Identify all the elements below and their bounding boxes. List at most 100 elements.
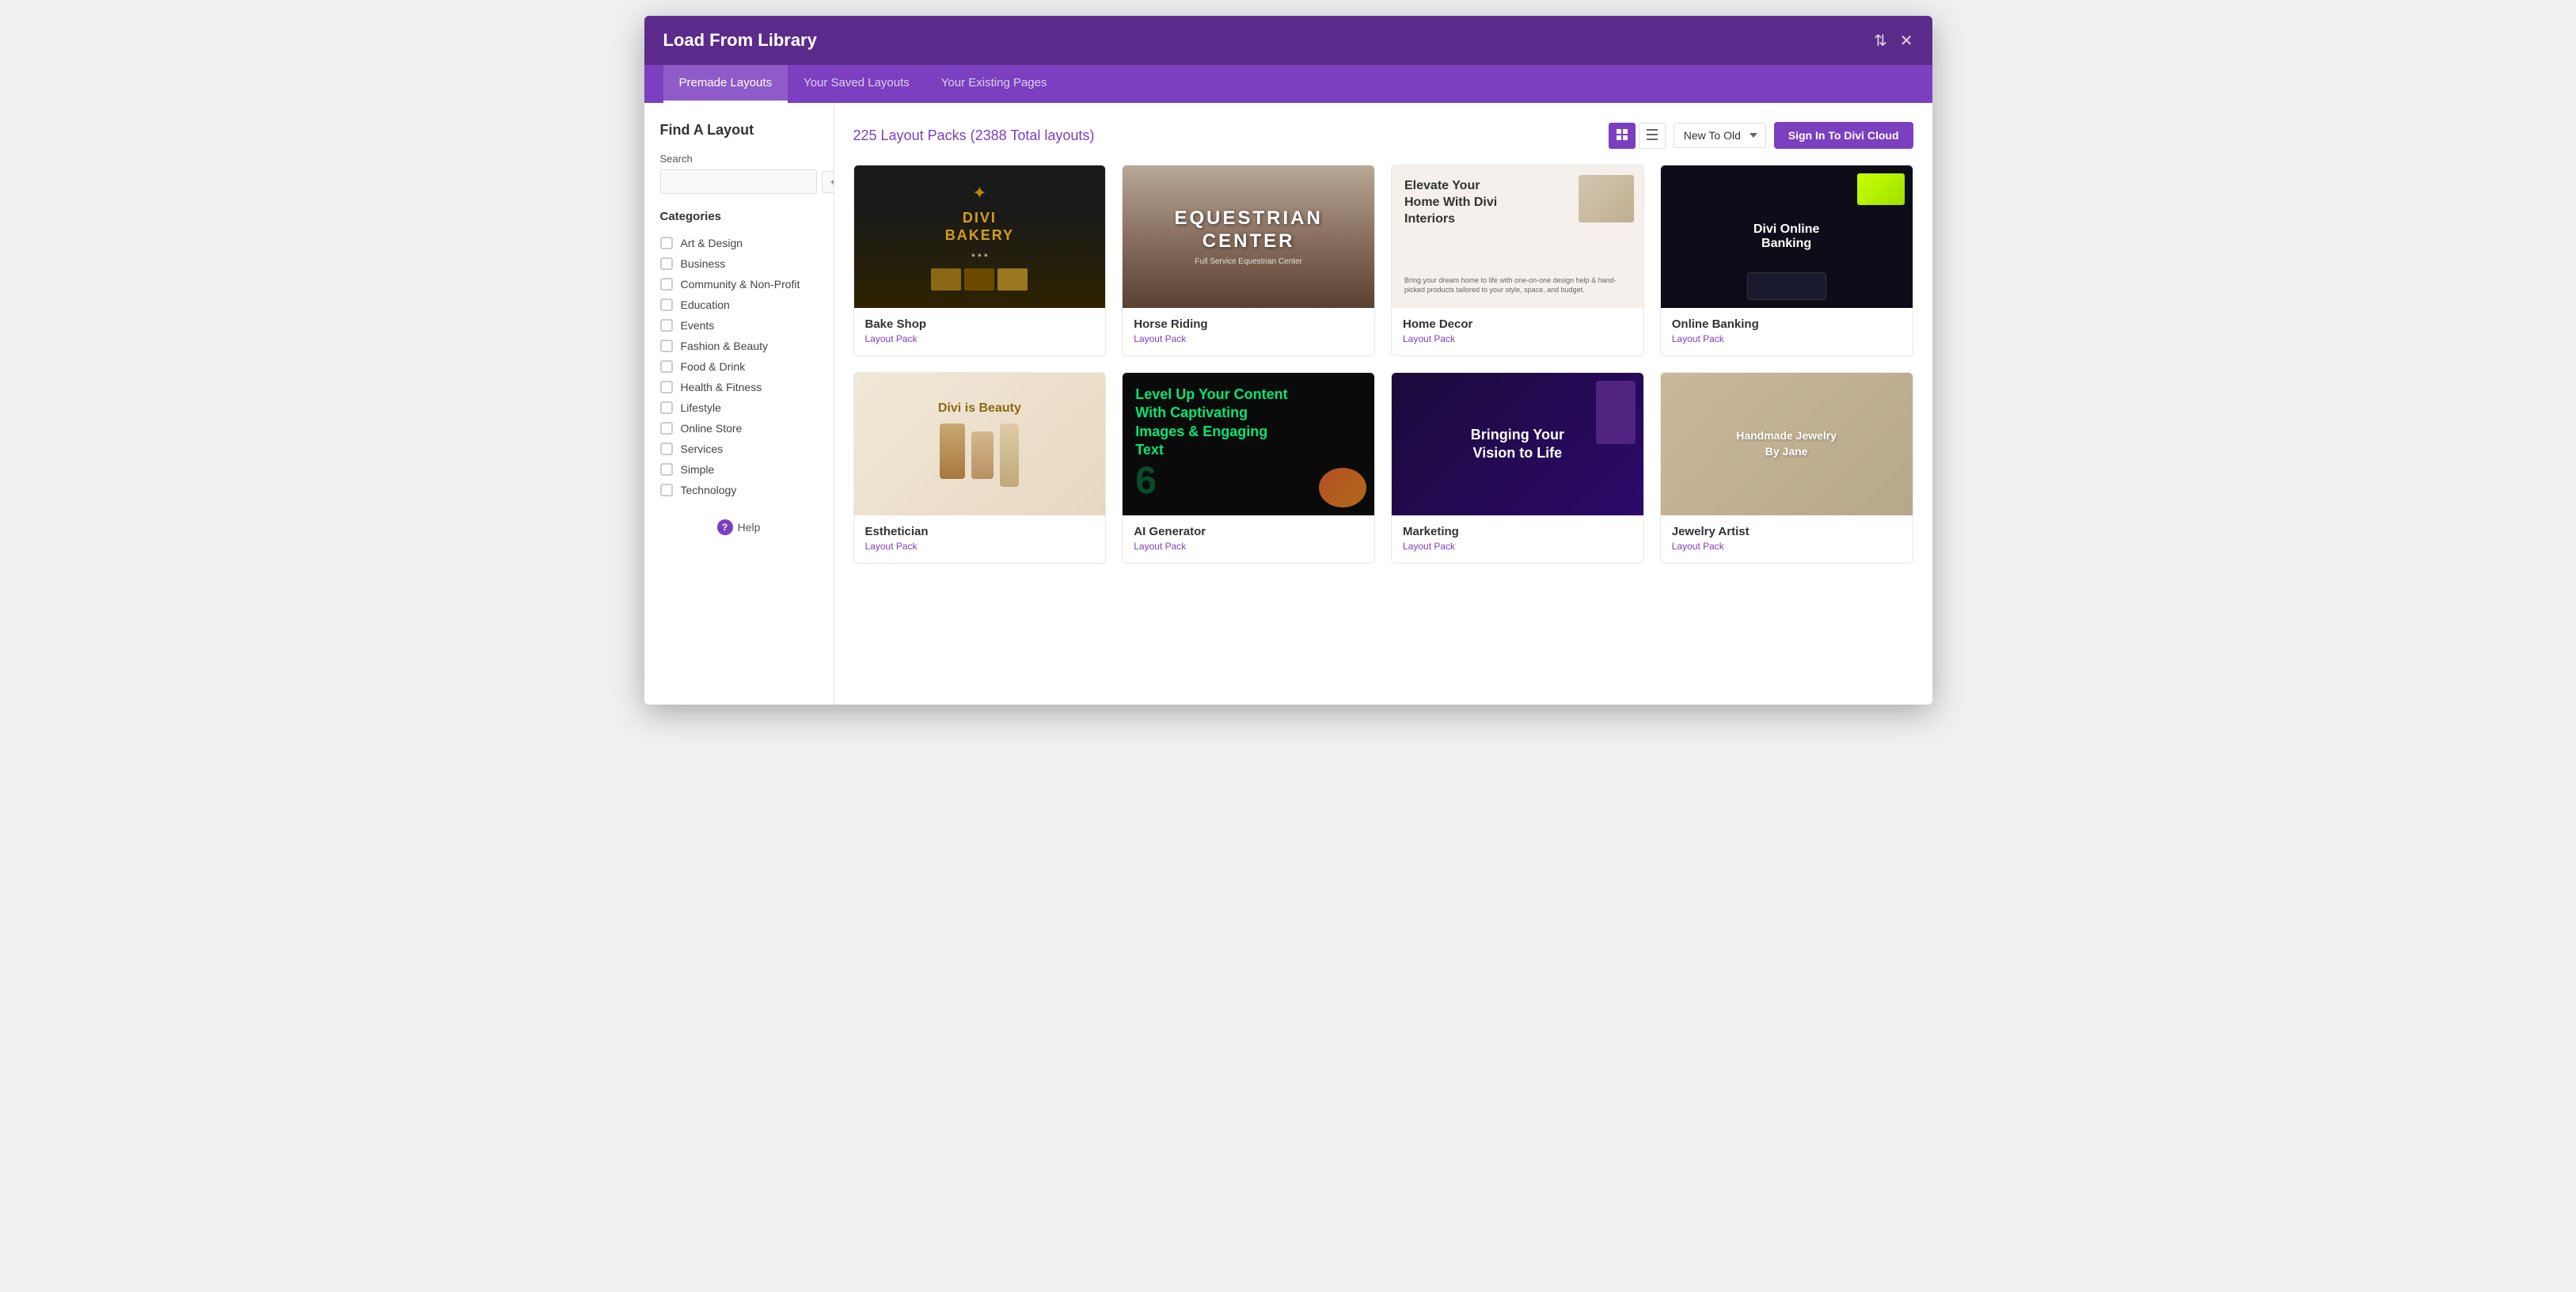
close-button[interactable]: ✕ xyxy=(1900,31,1913,51)
card-type-ai-generator: Layout Pack xyxy=(1134,541,1363,552)
banking-title: Divi OnlineBanking xyxy=(1753,222,1820,251)
horse-title: EQUESTRIANCENTER xyxy=(1174,207,1322,253)
category-label-services: Services xyxy=(681,443,724,455)
category-item-education[interactable]: Education xyxy=(660,294,818,315)
layout-card-home-decor[interactable]: Elevate YourHome With DiviInteriors Brin… xyxy=(1391,165,1644,356)
category-item-food[interactable]: Food & Drink xyxy=(660,356,818,377)
card-info-bake-shop: Bake Shop Layout Pack xyxy=(854,308,1106,355)
category-item-services[interactable]: Services xyxy=(660,439,818,459)
category-item-simple[interactable]: Simple xyxy=(660,459,818,480)
category-label-food: Food & Drink xyxy=(681,360,746,373)
card-thumbnail-marketing: Bringing YourVision to Life xyxy=(1392,373,1643,515)
modal-header: Load From Library ⇅ ✕ xyxy=(644,16,1932,65)
sidebar: Find A Layout Search + Filter Categories… xyxy=(644,103,834,705)
layout-card-bake-shop[interactable]: ✦ DIVIBAKERY ● ● ● Bake Shop Layout Pack xyxy=(853,165,1107,356)
category-label-business: Business xyxy=(681,257,726,270)
category-item-community[interactable]: Community & Non-Profit xyxy=(660,274,818,294)
category-checkbox-health[interactable] xyxy=(660,381,673,393)
card-name-jewelry-artist: Jewelry Artist xyxy=(1672,525,1902,538)
category-checkbox-simple[interactable] xyxy=(660,463,673,476)
category-item-art[interactable]: Art & Design xyxy=(660,233,818,253)
layout-card-horse-riding[interactable]: EQUESTRIANCENTER Full Service Equestrian… xyxy=(1122,165,1375,356)
category-label-fashion: Fashion & Beauty xyxy=(681,340,769,352)
help-label: Help xyxy=(738,521,761,534)
modal-tabs: Premade Layouts Your Saved Layouts Your … xyxy=(644,65,1932,103)
list-view-button[interactable] xyxy=(1639,123,1666,149)
category-checkbox-events[interactable] xyxy=(660,319,673,332)
grid-view-button[interactable] xyxy=(1609,123,1636,149)
card-name-online-banking: Online Banking xyxy=(1672,317,1902,331)
layout-count: 225 Layout Packs (2388 Total layouts) xyxy=(853,127,1095,144)
tab-saved-layouts[interactable]: Your Saved Layouts xyxy=(788,65,925,103)
ai-num: 6 xyxy=(1135,459,1157,503)
tab-premade-layouts[interactable]: Premade Layouts xyxy=(663,65,788,103)
card-name-esthetician: Esthetician xyxy=(865,525,1095,538)
category-checkbox-technology[interactable] xyxy=(660,484,673,496)
category-checkbox-food[interactable] xyxy=(660,360,673,373)
category-label-events: Events xyxy=(681,319,715,332)
card-type-bake-shop: Layout Pack xyxy=(865,333,1095,344)
category-item-events[interactable]: Events xyxy=(660,315,818,336)
category-label-simple: Simple xyxy=(681,463,715,476)
banking-accent xyxy=(1857,173,1905,205)
find-layout-title: Find A Layout xyxy=(660,122,818,139)
modal-body: Find A Layout Search + Filter Categories… xyxy=(644,103,1932,705)
card-thumbnail-esthetician: Divi is Beauty xyxy=(854,373,1106,515)
category-label-art: Art & Design xyxy=(681,237,743,249)
category-checkbox-art[interactable] xyxy=(660,237,673,249)
category-item-store[interactable]: Online Store xyxy=(660,418,818,439)
banking-card xyxy=(1747,272,1826,300)
card-info-online-banking: Online Banking Layout Pack xyxy=(1661,308,1913,355)
horse-sub: Full Service Equestrian Center xyxy=(1174,257,1322,266)
card-info-jewelry-artist: Jewelry Artist Layout Pack xyxy=(1661,515,1913,563)
category-checkbox-fashion[interactable] xyxy=(660,340,673,352)
tab-existing-pages[interactable]: Your Existing Pages xyxy=(925,65,1063,103)
sign-in-button[interactable]: Sign In To Divi Cloud xyxy=(1774,122,1913,149)
main-content: 225 Layout Packs (2388 Total layouts) Ne… xyxy=(834,103,1932,705)
header-actions: ⇅ ✕ xyxy=(1874,31,1913,51)
modal-title: Load From Library xyxy=(663,30,817,51)
category-item-fashion[interactable]: Fashion & Beauty xyxy=(660,336,818,356)
category-checkbox-business[interactable] xyxy=(660,257,673,270)
layout-card-jewelry-artist[interactable]: Handmade JewelryBy Jane Jewelry Artist L… xyxy=(1660,372,1913,564)
layouts-grid: ✦ DIVIBAKERY ● ● ● Bake Shop Layout Pack… xyxy=(853,165,1913,564)
sort-icon-button[interactable]: ⇅ xyxy=(1874,31,1887,51)
layout-card-ai-generator[interactable]: Level Up Your ContentWith CaptivatingIma… xyxy=(1122,372,1375,564)
card-name-horse-riding: Horse Riding xyxy=(1134,317,1363,331)
view-toggle xyxy=(1609,123,1666,149)
category-label-health: Health & Fitness xyxy=(681,381,762,393)
category-item-health[interactable]: Health & Fitness xyxy=(660,377,818,397)
ai-accent xyxy=(1319,468,1366,507)
layout-card-marketing[interactable]: Bringing YourVision to Life Marketing La… xyxy=(1391,372,1644,564)
category-checkbox-store[interactable] xyxy=(660,422,673,435)
category-checkbox-education[interactable] xyxy=(660,298,673,311)
filter-button[interactable]: + Filter xyxy=(822,171,834,193)
content-header: 225 Layout Packs (2388 Total layouts) Ne… xyxy=(853,122,1913,149)
category-item-technology[interactable]: Technology xyxy=(660,480,818,500)
category-label-community: Community & Non-Profit xyxy=(681,278,800,291)
search-label: Search xyxy=(660,153,818,165)
category-item-business[interactable]: Business xyxy=(660,253,818,274)
jwl-title: Handmade JewelryBy Jane xyxy=(1736,428,1837,459)
card-type-home-decor: Layout Pack xyxy=(1403,333,1632,344)
category-checkbox-community[interactable] xyxy=(660,278,673,291)
category-label-technology: Technology xyxy=(681,484,737,496)
help-section[interactable]: ? Help xyxy=(660,519,818,535)
homedecor-desc: Bring your dream home to life with one-o… xyxy=(1404,276,1631,295)
categories-list: Art & Design Business Community & Non-Prof… xyxy=(660,233,818,500)
mkt-figure xyxy=(1596,381,1636,444)
search-input[interactable] xyxy=(660,169,817,194)
layout-card-online-banking[interactable]: Divi OnlineBanking Online Banking Layout… xyxy=(1660,165,1913,356)
sort-select[interactable]: New To OldOld To NewA to ZZ to A xyxy=(1674,123,1766,148)
card-info-home-decor: Home Decor Layout Pack xyxy=(1392,308,1643,355)
category-checkbox-services[interactable] xyxy=(660,443,673,455)
layout-card-esthetician[interactable]: Divi is Beauty Esthetician Layout Pack xyxy=(853,372,1107,564)
category-item-lifestyle[interactable]: Lifestyle xyxy=(660,397,818,418)
category-checkbox-lifestyle[interactable] xyxy=(660,401,673,414)
bake-icon: ✦ xyxy=(972,183,986,203)
card-thumbnail-horse-riding: EQUESTRIANCENTER Full Service Equestrian… xyxy=(1123,165,1374,308)
card-type-esthetician: Layout Pack xyxy=(865,541,1095,552)
bake-subtitle: ● ● ● xyxy=(971,251,988,259)
mkt-title: Bringing YourVision to Life xyxy=(1471,426,1564,463)
categories-title: Categories xyxy=(660,210,818,223)
